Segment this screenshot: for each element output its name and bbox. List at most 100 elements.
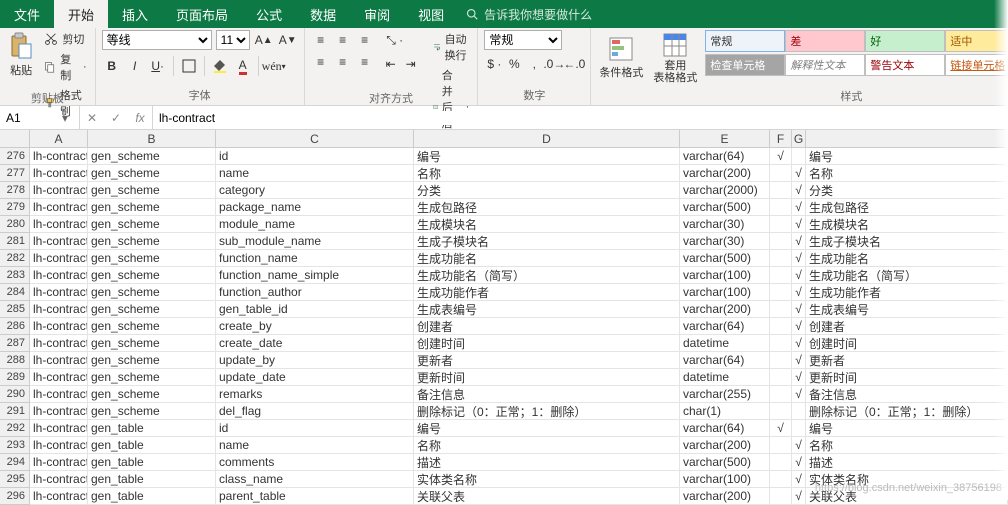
- cell[interactable]: lh-contract: [30, 335, 88, 352]
- cell[interactable]: 描述: [414, 454, 680, 471]
- cell[interactable]: [770, 284, 792, 301]
- cell[interactable]: √: [792, 267, 806, 284]
- cell[interactable]: lh-contract: [30, 301, 88, 318]
- cell[interactable]: gen_scheme: [88, 233, 216, 250]
- cell[interactable]: [770, 165, 792, 182]
- wrap-text-button[interactable]: 自动换行: [431, 30, 472, 64]
- cell[interactable]: [770, 437, 792, 454]
- row-header[interactable]: 292: [0, 420, 30, 437]
- style-check[interactable]: 检查单元格: [705, 54, 785, 76]
- name-box-dropdown[interactable]: ▾: [62, 111, 68, 125]
- row-header[interactable]: 280: [0, 216, 30, 233]
- cell[interactable]: 编号: [414, 148, 680, 165]
- align-right-button[interactable]: ≡: [355, 52, 375, 72]
- col-header-C[interactable]: C: [216, 130, 414, 147]
- cell[interactable]: 实体类名称: [414, 471, 680, 488]
- cell[interactable]: update_by: [216, 352, 414, 369]
- border-button[interactable]: [179, 56, 199, 76]
- cell[interactable]: varchar(30): [680, 216, 770, 233]
- paste-button[interactable]: 粘贴: [6, 30, 36, 78]
- cell[interactable]: 编号: [806, 148, 1008, 165]
- increase-indent-button[interactable]: ⇥: [401, 54, 421, 74]
- cell[interactable]: 关联父表: [806, 488, 1008, 505]
- currency-button[interactable]: $ ·: [484, 54, 504, 74]
- row-header[interactable]: 294: [0, 454, 30, 471]
- tab-插入[interactable]: 插入: [108, 0, 162, 28]
- increase-decimal-button[interactable]: .0→: [544, 54, 564, 74]
- cell[interactable]: [770, 403, 792, 420]
- cell[interactable]: 生成模块名: [414, 216, 680, 233]
- cell[interactable]: 生成模块名: [806, 216, 1008, 233]
- style-good[interactable]: 好: [865, 30, 945, 52]
- formula-input[interactable]: [159, 111, 1002, 125]
- cell[interactable]: comments: [216, 454, 414, 471]
- col-header-H[interactable]: [806, 130, 1008, 147]
- cell[interactable]: 生成包路径: [806, 199, 1008, 216]
- cell[interactable]: 生成子模块名: [414, 233, 680, 250]
- cell[interactable]: lh-contract: [30, 182, 88, 199]
- style-bad[interactable]: 差: [785, 30, 865, 52]
- cell[interactable]: varchar(30): [680, 233, 770, 250]
- cell[interactable]: gen_scheme: [88, 148, 216, 165]
- cell[interactable]: gen_table: [88, 471, 216, 488]
- cell[interactable]: [770, 488, 792, 505]
- cell[interactable]: √: [792, 284, 806, 301]
- row-header[interactable]: 289: [0, 369, 30, 386]
- cell[interactable]: [770, 182, 792, 199]
- cell[interactable]: varchar(500): [680, 454, 770, 471]
- align-top-button[interactable]: ≡: [311, 30, 331, 50]
- cell[interactable]: lh-contract: [30, 403, 88, 420]
- enter-formula-button[interactable]: ✓: [104, 108, 128, 128]
- format-as-table-button[interactable]: 套用 表格格式: [651, 30, 699, 86]
- cell[interactable]: √: [792, 471, 806, 488]
- cell[interactable]: package_name: [216, 199, 414, 216]
- tab-数据[interactable]: 数据: [296, 0, 350, 28]
- cell[interactable]: gen_scheme: [88, 318, 216, 335]
- cell[interactable]: 名称: [806, 165, 1008, 182]
- phonetic-button[interactable]: wén▾: [264, 56, 284, 76]
- cell[interactable]: gen_table: [88, 420, 216, 437]
- col-header-D[interactable]: D: [414, 130, 680, 147]
- cell[interactable]: 生成功能名（简写）: [414, 267, 680, 284]
- cell[interactable]: gen_scheme: [88, 216, 216, 233]
- cell[interactable]: varchar(255): [680, 386, 770, 403]
- cell[interactable]: function_name_simple: [216, 267, 414, 284]
- cell[interactable]: gen_scheme: [88, 165, 216, 182]
- name-box-input[interactable]: [6, 111, 62, 125]
- cell[interactable]: varchar(500): [680, 199, 770, 216]
- cancel-formula-button[interactable]: ✕: [80, 108, 104, 128]
- cell[interactable]: lh-contract: [30, 233, 88, 250]
- cell[interactable]: lh-contract: [30, 250, 88, 267]
- cell[interactable]: gen_scheme: [88, 199, 216, 216]
- cell[interactable]: class_name: [216, 471, 414, 488]
- cell[interactable]: 编号: [414, 420, 680, 437]
- fill-color-button[interactable]: [210, 56, 230, 76]
- cell[interactable]: update_date: [216, 369, 414, 386]
- cell[interactable]: 删除标记（0：正常；1：删除）: [806, 403, 1008, 420]
- row-header[interactable]: 296: [0, 488, 30, 505]
- tab-公式[interactable]: 公式: [242, 0, 296, 28]
- cell[interactable]: 描述: [806, 454, 1008, 471]
- cell[interactable]: gen_scheme: [88, 386, 216, 403]
- italic-button[interactable]: I: [125, 56, 145, 76]
- cell[interactable]: √: [792, 165, 806, 182]
- cell[interactable]: √: [792, 454, 806, 471]
- cell[interactable]: 分类: [806, 182, 1008, 199]
- cell[interactable]: √: [792, 233, 806, 250]
- cell-styles-gallery[interactable]: 常规 差 好 适中 计算 检查单元格 解释性文本 警告文本 链接单元格 输出: [705, 30, 1008, 76]
- cell[interactable]: lh-contract: [30, 386, 88, 403]
- tab-开始[interactable]: 开始: [54, 0, 108, 28]
- font-name-combo[interactable]: 等线: [102, 30, 212, 50]
- cell[interactable]: √: [792, 301, 806, 318]
- cell[interactable]: √: [770, 148, 792, 165]
- cell[interactable]: name: [216, 437, 414, 454]
- cell[interactable]: varchar(100): [680, 267, 770, 284]
- cell[interactable]: [770, 250, 792, 267]
- cell[interactable]: varchar(64): [680, 318, 770, 335]
- copy-button[interactable]: 复制 ·: [42, 50, 88, 84]
- cell[interactable]: 生成表编号: [414, 301, 680, 318]
- tab-视图[interactable]: 视图: [404, 0, 458, 28]
- row-header[interactable]: 291: [0, 403, 30, 420]
- row-header[interactable]: 286: [0, 318, 30, 335]
- cell[interactable]: datetime: [680, 335, 770, 352]
